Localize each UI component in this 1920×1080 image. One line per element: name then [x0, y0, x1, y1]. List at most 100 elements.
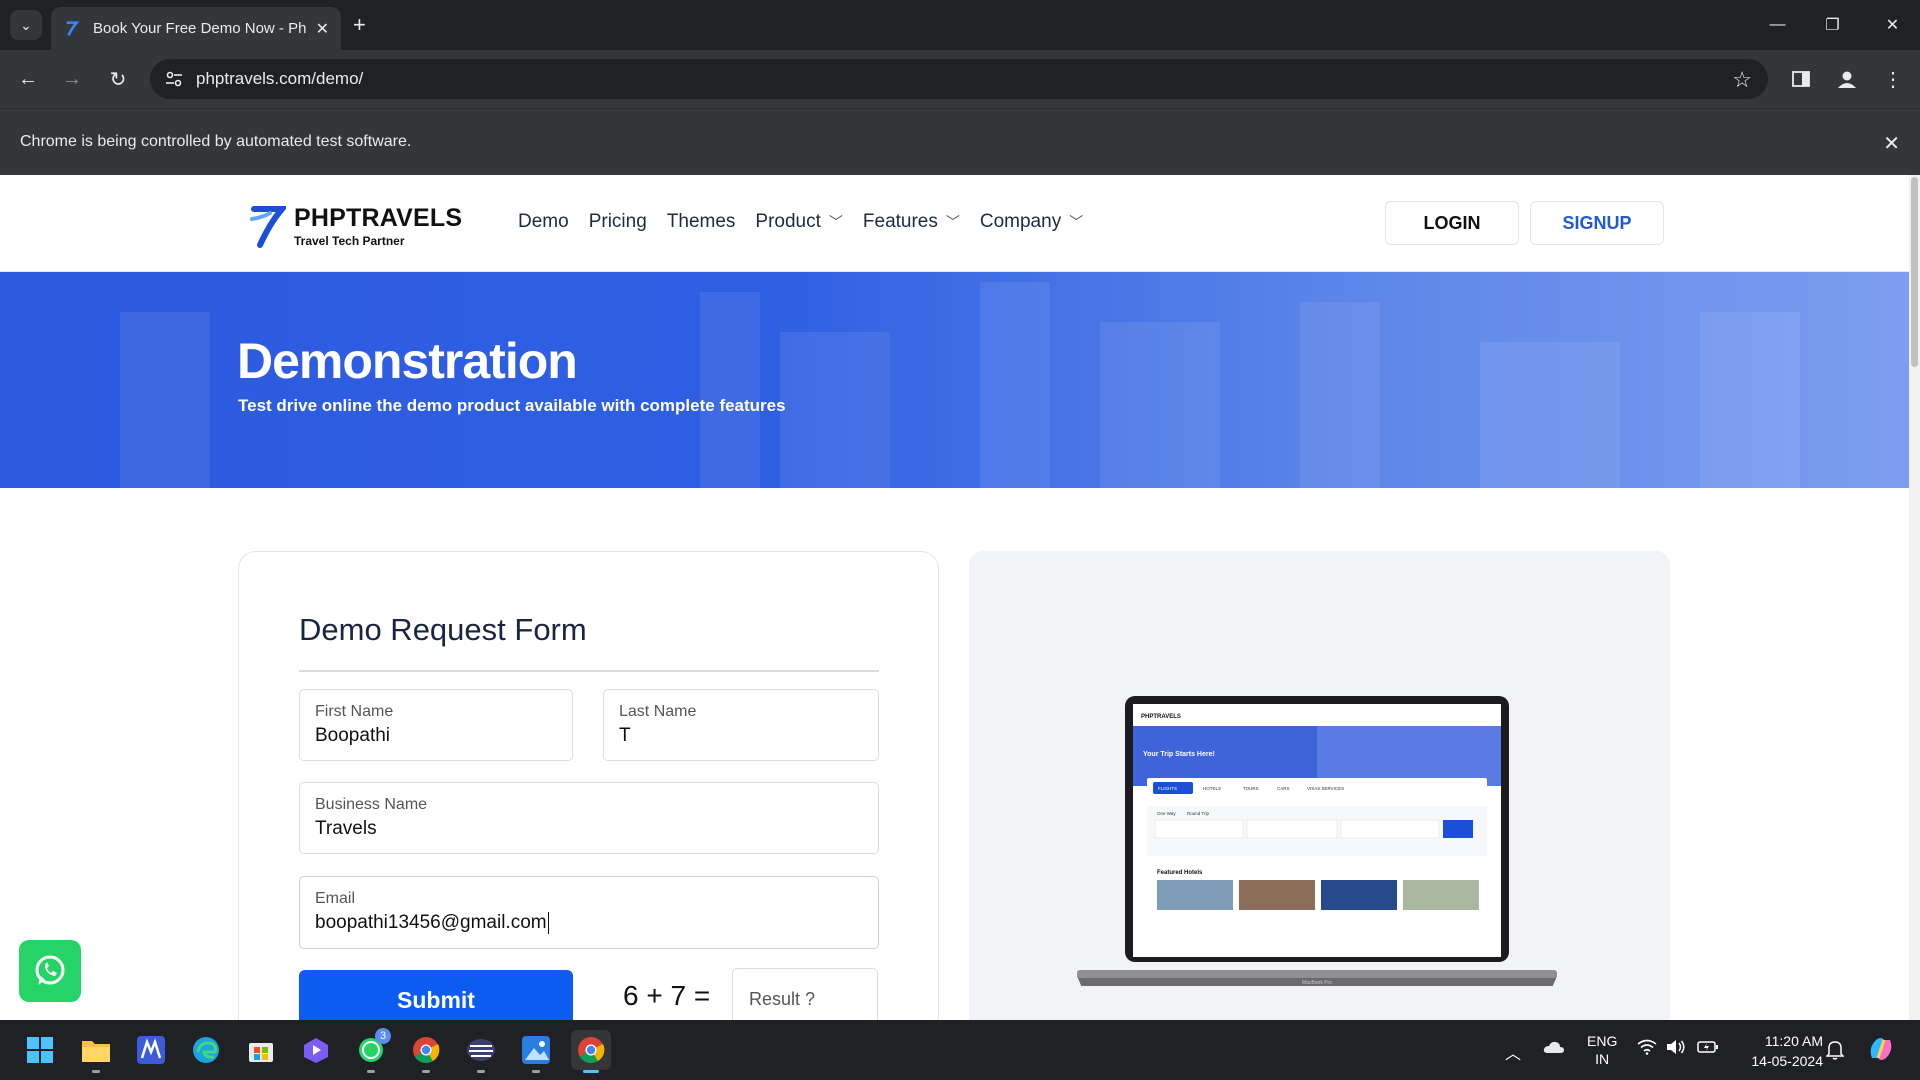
photos-icon[interactable] [516, 1030, 556, 1073]
running-indicator [422, 1070, 430, 1073]
volume-icon[interactable] [1666, 1039, 1686, 1058]
notification-bell-icon[interactable] [1825, 1040, 1845, 1063]
hero-bg-shape [1100, 322, 1220, 488]
wifi-icon[interactable] [1637, 1039, 1657, 1058]
microsoft-store-icon[interactable] [241, 1030, 281, 1070]
running-indicator [367, 1070, 375, 1073]
chrome-active-icon[interactable] [571, 1030, 611, 1073]
close-window-button[interactable]: ✕ [1865, 0, 1920, 50]
windows-start-icon[interactable] [20, 1030, 60, 1070]
nav-product[interactable]: Product ﹀ [755, 211, 842, 233]
back-button[interactable]: ← [13, 64, 43, 94]
phptravels-logo-icon [250, 206, 286, 248]
preview-featured-hotels: Featured Hotels [1157, 870, 1203, 876]
last-name-field[interactable]: Last Name T [603, 689, 879, 761]
captcha-result-input[interactable]: Result ? [732, 968, 878, 1020]
business-name-label: Business Name [315, 796, 428, 813]
first-name-value: Boopathi [315, 725, 391, 746]
chrome-icon[interactable] [406, 1030, 446, 1073]
preview-round-trip: Round Trip [1187, 811, 1210, 816]
browser-tab[interactable]: Book Your Free Demo Now - Ph ✕ [51, 7, 341, 50]
phptravels-favicon [66, 20, 80, 36]
running-indicator [477, 1070, 485, 1073]
onedrive-icon[interactable] [1543, 1040, 1565, 1057]
preview-tab-flights: FLIGHTS [1158, 786, 1177, 791]
file-explorer-icon[interactable] [76, 1030, 116, 1073]
business-name-value: Travels [315, 818, 377, 839]
site-header: PHPTRAVELS Travel Tech Partner Demo Pric… [0, 175, 1909, 272]
show-hidden-icons[interactable]: ︿ [1505, 1040, 1521, 1064]
battery-icon[interactable] [1697, 1039, 1719, 1058]
form-divider [299, 670, 879, 672]
site-logo[interactable]: PHPTRAVELS Travel Tech Partner [248, 203, 462, 249]
nav-pricing[interactable]: Pricing [589, 211, 647, 233]
preview-hero-title: Your Trip Starts Here! [1143, 751, 1215, 758]
submit-button[interactable]: Submit [299, 970, 573, 1020]
side-panel-icon[interactable] [1786, 64, 1816, 94]
preview-tab-hotels: HOTELS [1203, 786, 1221, 791]
infobar-text: Chrome is being controlled by automated … [20, 133, 412, 150]
brand-name: PHPTRAVELS [294, 204, 463, 232]
bookmark-star-icon[interactable]: ☆ [1732, 67, 1752, 93]
chevron-down-icon: ﹀ [828, 214, 843, 230]
whatsapp-taskbar-icon[interactable]: 3 [351, 1028, 391, 1073]
menu-kebab-icon[interactable]: ⋮ [1878, 64, 1908, 94]
nav-product-label: Product [755, 211, 821, 232]
whatsapp-chat-button[interactable] [19, 940, 81, 1002]
whatsapp-icon [35, 955, 65, 985]
nav-demo[interactable]: Demo [518, 211, 569, 233]
forward-button[interactable]: → [57, 64, 87, 94]
new-tab-button[interactable]: + [353, 12, 366, 38]
nav-themes[interactable]: Themes [667, 211, 736, 233]
browser-toolbar: ← → ↻ phptravels.com/demo/ ☆ ⋮ [0, 50, 1920, 108]
automation-infobar: Chrome is being controlled by automated … [0, 108, 1920, 175]
hero-subtitle: Test drive online the demo product avail… [238, 396, 786, 415]
main-nav: Demo Pricing Themes Product ﹀ Features ﹀ C… [518, 211, 1103, 233]
close-tab-icon[interactable]: ✕ [316, 19, 329, 39]
email-value: boopathi13456@gmail.com [315, 912, 549, 934]
hero-bg-shape [1480, 342, 1620, 488]
nav-company[interactable]: Company ﹀ [980, 211, 1083, 233]
first-name-field[interactable]: First Name Boopathi [299, 689, 573, 761]
address-bar[interactable]: phptravels.com/demo/ ☆ [150, 59, 1768, 99]
email-field[interactable]: Email boopathi13456@gmail.com [299, 876, 879, 949]
restore-button[interactable]: ❐ [1805, 0, 1860, 50]
page-scrollbar[interactable] [1909, 175, 1920, 1020]
app-lines-icon[interactable] [461, 1030, 501, 1073]
copilot-icon[interactable] [1866, 1034, 1896, 1067]
business-name-field[interactable]: Business Name Travels [299, 782, 879, 854]
hero-bg-shape [1300, 302, 1380, 488]
app-m-icon[interactable] [131, 1030, 171, 1070]
chevron-down-icon: ﹀ [945, 214, 960, 230]
tab-title: Book Your Free Demo Now - Ph [93, 20, 307, 37]
last-name-label: Last Name [619, 703, 697, 720]
page-viewport: PHPTRAVELS Travel Tech Partner Demo Pric… [0, 175, 1909, 1020]
site-info-icon[interactable] [164, 69, 184, 89]
running-indicator [92, 1070, 100, 1073]
laptop-preview-image: PHPTRAVELS Your Trip Starts Here! FLIGHT… [1077, 696, 1557, 986]
captcha-question: 6 + 7 = [623, 980, 711, 1011]
nav-features-label: Features [862, 211, 938, 232]
profile-icon[interactable] [1832, 64, 1862, 94]
edge-browser-icon[interactable] [186, 1030, 226, 1070]
nav-features[interactable]: Features ﹀ [863, 211, 960, 233]
media-player-icon[interactable] [296, 1030, 336, 1070]
login-button[interactable]: LOGIN [1385, 201, 1519, 245]
active-indicator [583, 1070, 599, 1073]
signup-button[interactable]: SIGNUP [1530, 201, 1664, 245]
reload-button[interactable]: ↻ [103, 64, 133, 94]
tab-search-button[interactable]: ⌄ [10, 10, 42, 40]
clock[interactable]: 11:20 AM 14-05-2024 [1733, 1031, 1823, 1071]
windows-taskbar: 3 ︿ ENG IN 11:20 AM 14-05-2024 [0, 1020, 1920, 1080]
nav-demo-label: Demo [518, 211, 569, 232]
hero-bg-shape [120, 312, 210, 488]
hero-title: Demonstration [237, 333, 578, 389]
brand-tagline: Travel Tech Partner [294, 234, 405, 248]
hero-bg-shape [780, 332, 890, 488]
nav-pricing-label: Pricing [588, 211, 647, 232]
language-indicator[interactable]: ENG IN [1587, 1032, 1617, 1068]
minimize-button[interactable]: — [1750, 0, 1805, 50]
scrollbar-thumb[interactable] [1911, 177, 1918, 367]
infobar-close-icon[interactable]: ✕ [1883, 131, 1900, 156]
email-label: Email [315, 890, 356, 907]
